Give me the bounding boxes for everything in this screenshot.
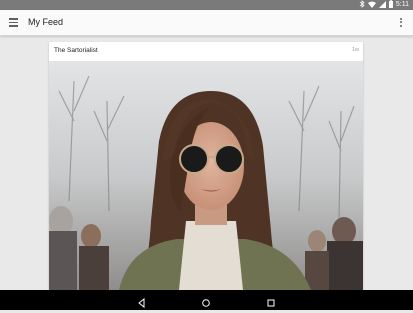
- card-header: The Sartorialist 1w: [49, 42, 363, 61]
- recents-icon[interactable]: [266, 295, 276, 307]
- bluetooth-icon: [359, 0, 365, 10]
- signal-icon: [378, 0, 386, 10]
- feed-card[interactable]: The Sartorialist 1w: [49, 42, 363, 290]
- card-age: 1w: [351, 47, 359, 53]
- navigation-bar: [0, 290, 413, 310]
- back-icon[interactable]: [137, 295, 147, 309]
- more-vert-icon[interactable]: [399, 18, 403, 28]
- battery-icon: [388, 0, 393, 10]
- home-icon[interactable]: [201, 295, 211, 307]
- card-source[interactable]: The Sartorialist: [54, 47, 98, 54]
- status-time: 5:11: [395, 1, 409, 8]
- portrait-photo[interactable]: [49, 61, 363, 290]
- wifi-icon: [367, 1, 376, 10]
- app-bar: My Feed: [0, 10, 413, 36]
- status-bar: 5:11: [0, 0, 413, 10]
- page-title: My Feed: [28, 17, 64, 27]
- status-icons: 5:11: [359, 0, 409, 10]
- menu-icon[interactable]: [9, 18, 19, 27]
